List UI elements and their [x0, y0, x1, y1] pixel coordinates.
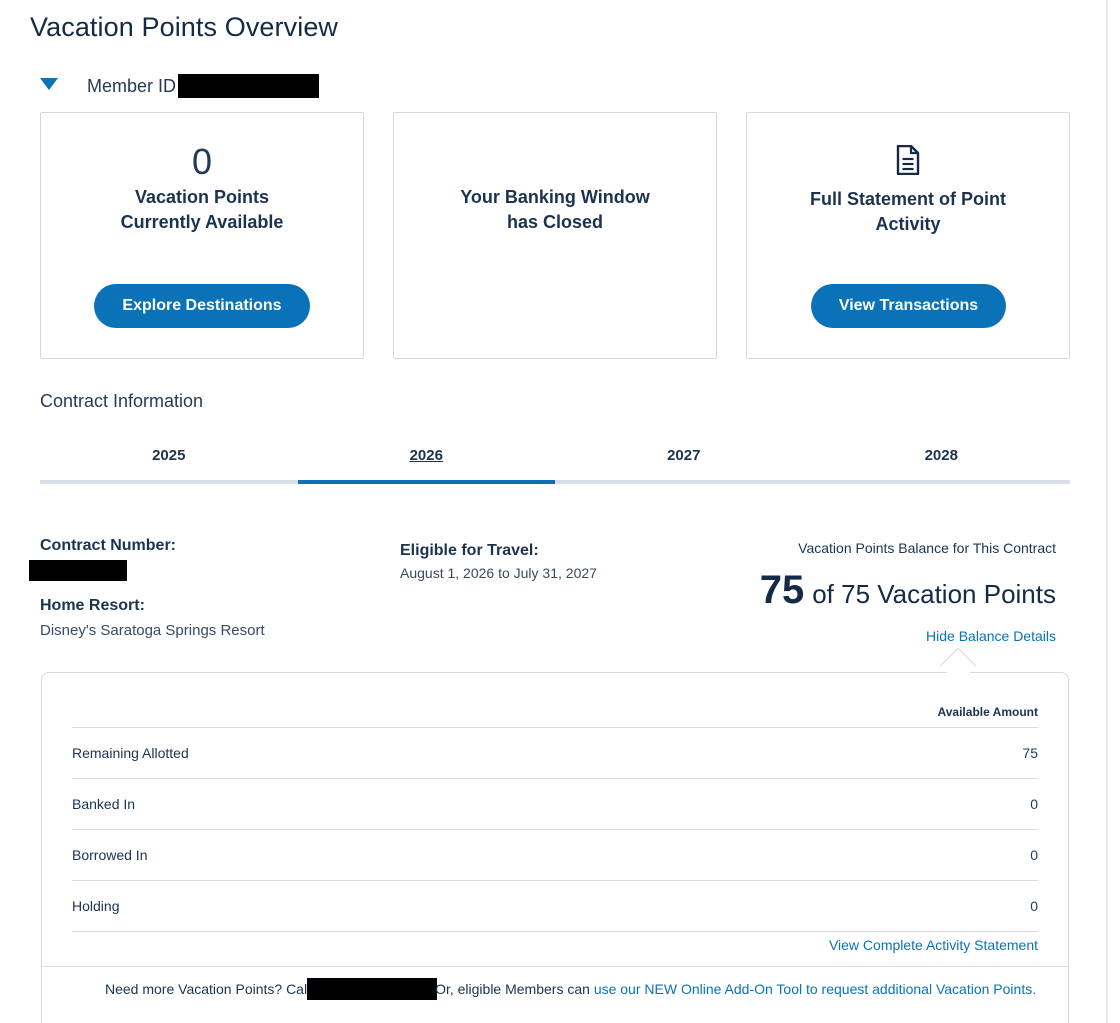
home-resort-value: Disney's Saratoga Springs Resort [40, 622, 265, 639]
row-amount: 0 [1030, 796, 1038, 812]
footer-divider [42, 966, 1068, 967]
add-points-middle: Or, eligible Members can [435, 981, 594, 997]
home-resort-label: Home Resort: [40, 597, 145, 614]
view-complete-activity-statement-link[interactable]: View Complete Activity Statement [829, 937, 1038, 953]
page: Vacation Points Overview Member ID 0 Vac… [0, 0, 1108, 1023]
table-row: Holding 0 [72, 881, 1038, 932]
banking-window-card: Your Banking Window has Closed [393, 112, 717, 359]
banking-window-label: Your Banking Window has Closed [394, 185, 716, 235]
balance-summary: 75 of 75 Vacation Points [760, 568, 1056, 613]
statement-label: Full Statement of Point Activity [747, 187, 1069, 237]
tab-2027[interactable]: 2027 [555, 440, 813, 480]
balance-table: Available Amount Remaining Allotted 75 B… [72, 703, 1038, 932]
hide-balance-details-link[interactable]: Hide Balance Details [926, 628, 1056, 644]
tab-2028[interactable]: 2028 [813, 440, 1071, 480]
contract-year-tabs: 2025 2026 2027 2028 [40, 440, 1070, 484]
contract-number-label: Contract Number: [40, 537, 177, 554]
redacted-member-id [178, 74, 320, 98]
member-id-toggle[interactable]: Member ID [40, 73, 320, 99]
statement-line2: Activity [875, 214, 941, 234]
tab-2026[interactable]: 2026 [297, 440, 556, 484]
row-amount: 0 [1030, 847, 1038, 863]
member-id-label: Member ID [87, 75, 177, 96]
banking-window-line2: has Closed [506, 212, 604, 232]
table-header: Available Amount [72, 703, 1038, 728]
statement-card: Full Statement of Point Activity View Tr… [746, 112, 1070, 359]
points-available-card: 0 Vacation Points Currently Available Ex… [40, 112, 364, 359]
redacted-phone-number [307, 978, 438, 1000]
row-amount: 75 [1022, 745, 1038, 761]
row-amount: 0 [1030, 898, 1038, 914]
document-icon [896, 145, 920, 175]
tab-2026-label: 2026 [409, 447, 443, 464]
table-row: Remaining Allotted 75 [72, 728, 1038, 779]
explore-destinations-button[interactable]: Explore Destinations [94, 284, 310, 328]
banking-window-line1: Your Banking Window [460, 187, 650, 207]
contract-information-heading: Contract Information [40, 391, 204, 411]
row-label: Borrowed In [72, 847, 148, 863]
balance-current: 75 [759, 568, 805, 612]
redacted-contract-number [29, 560, 127, 581]
tab-2027-label: 2027 [667, 447, 701, 464]
balance-caption: Vacation Points Balance for This Contrac… [798, 540, 1056, 556]
caret-down-icon[interactable] [40, 78, 58, 90]
tab-2025[interactable]: 2025 [40, 440, 298, 480]
eligible-travel-label: Eligible for Travel: [400, 542, 539, 559]
points-available-label: Vacation Points Currently Available [41, 185, 363, 235]
points-available-value: 0 [191, 141, 213, 182]
tab-2025-label: 2025 [152, 447, 186, 464]
table-row: Borrowed In 0 [72, 830, 1038, 881]
view-transactions-button[interactable]: View Transactions [811, 284, 1006, 328]
page-title: Vacation Points Overview [30, 12, 339, 42]
points-available-line1: Vacation Points [134, 187, 270, 207]
tab-2028-label: 2028 [924, 447, 958, 464]
balance-details-panel: Available Amount Remaining Allotted 75 B… [41, 672, 1069, 1023]
row-label: Remaining Allotted [72, 745, 189, 761]
balance-total: of 75 Vacation Points [812, 579, 1056, 609]
table-row: Banked In 0 [72, 779, 1038, 830]
eligible-travel-value: August 1, 2026 to July 31, 2027 [400, 565, 597, 581]
add-points-note: Need more Vacation Points? Cal Or, eligi… [105, 978, 1036, 1000]
available-amount-header: Available Amount [937, 705, 1038, 719]
online-add-on-tool-link[interactable]: use our NEW Online Add-On Tool to reques… [594, 981, 1036, 997]
row-label: Banked In [72, 796, 136, 812]
add-points-prefix: Need more Vacation Points? Cal [105, 981, 308, 997]
statement-line1: Full Statement of Point [810, 189, 1006, 209]
row-label: Holding [72, 898, 120, 914]
points-available-line2: Currently Available [120, 212, 284, 232]
